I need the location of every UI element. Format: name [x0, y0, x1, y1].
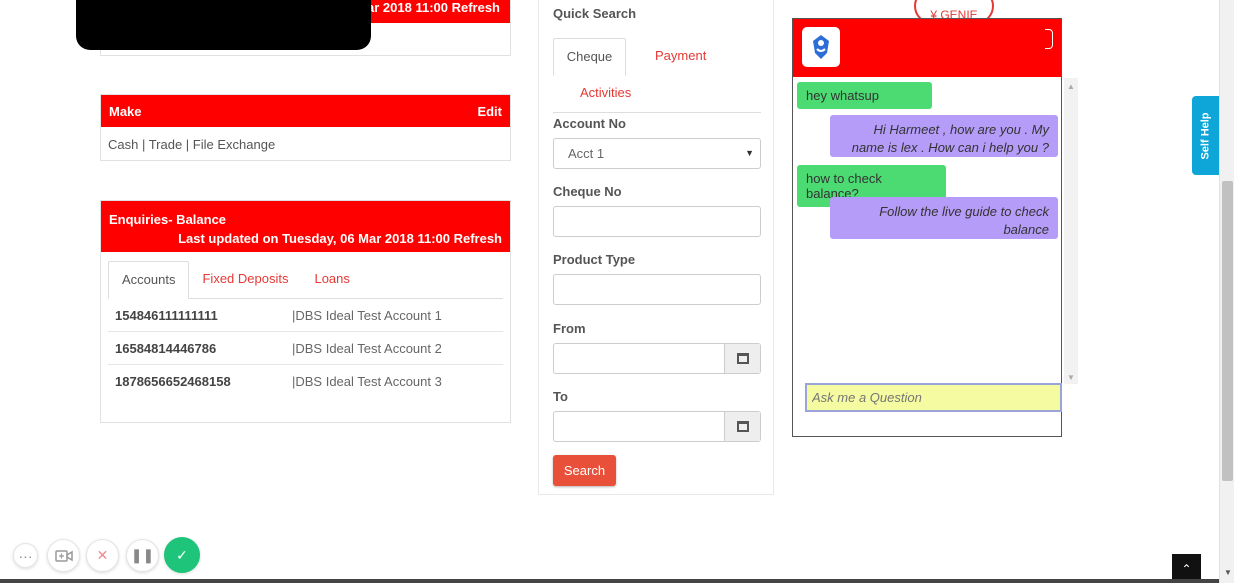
check-icon: ✓ — [176, 546, 188, 563]
account-number: 154846111111111 — [115, 307, 218, 323]
list-item[interactable]: 1878656652468158 |DBS Ideal Test Account… — [108, 365, 503, 398]
calendar-icon — [736, 353, 749, 364]
tab-activities[interactable]: Activities — [567, 75, 644, 113]
account-number: 1878656652468158 — [115, 374, 231, 389]
account-no-label: Account No — [553, 116, 626, 131]
camera-toggle-button[interactable] — [47, 539, 80, 572]
pause-recording-button[interactable]: ❚❚ — [126, 539, 159, 572]
pause-icon: ❚❚ — [130, 547, 155, 563]
product-type-input[interactable] — [553, 274, 761, 305]
quick-search-panel: Quick Search Cheque Payment Activities A… — [538, 0, 774, 495]
more-options-button[interactable]: ··· — [13, 543, 38, 568]
scroll-up-icon[interactable]: ▲ — [1067, 82, 1075, 91]
make-panel: Make Edit Cash | Trade | File Exchange — [100, 94, 511, 161]
chat-minimize-icon[interactable] — [1045, 29, 1053, 49]
enquiries-balance-panel: Enquiries- Balance Last updated on Tuesd… — [100, 200, 511, 423]
make-options[interactable]: Cash | Trade | File Exchange — [101, 127, 510, 162]
from-date-input[interactable] — [553, 343, 761, 374]
redaction-overlay — [76, 0, 371, 50]
tab-fixed-deposits[interactable]: Fixed Deposits — [189, 261, 301, 298]
enquiries-header: Enquiries- Balance Last updated on Tuesd… — [101, 201, 510, 252]
enquiries-tabs: Accounts Fixed Deposits Loans — [108, 261, 503, 299]
more-icon: ··· — [18, 547, 33, 564]
from-label: From — [553, 321, 586, 336]
list-item[interactable]: 16584814446786 |DBS Ideal Test Account 2 — [108, 332, 503, 365]
self-help-tab[interactable]: Self Help — [1192, 96, 1219, 175]
tab-accounts[interactable]: Accounts — [108, 261, 190, 299]
to-date-input[interactable] — [553, 411, 761, 442]
calendar-button[interactable] — [724, 344, 760, 373]
accounts-list: 154846111111111 |DBS Ideal Test Account … — [101, 299, 510, 398]
search-button[interactable]: Search — [553, 455, 616, 486]
video-camera-icon — [54, 549, 73, 562]
list-item[interactable]: 154846111111111 |DBS Ideal Test Account … — [108, 299, 503, 332]
account-select-value: Acct 1 — [568, 146, 605, 161]
finish-recording-button[interactable]: ✓ — [164, 537, 200, 573]
enquiries-title: Enquiries- Balance — [109, 212, 227, 227]
quick-search-title: Quick Search — [553, 6, 637, 21]
scroll-down-icon[interactable]: ▼ — [1067, 373, 1075, 382]
quick-search-tabs: Cheque Payment Activities — [553, 38, 761, 113]
chat-scrollbar[interactable]: ▲ ▼ — [1064, 78, 1078, 384]
enquiries-last-updated[interactable]: Last updated on Tuesday, 06 Mar 2018 11:… — [109, 229, 502, 248]
chevron-down-icon: ▼ — [745, 148, 754, 158]
account-number: 16584814446786 — [115, 340, 217, 356]
account-name: |DBS Ideal Test Account 1 — [292, 307, 442, 323]
tab-payment[interactable]: Payment — [642, 38, 719, 76]
close-icon: ✕ — [96, 547, 109, 563]
calendar-button[interactable] — [724, 412, 760, 441]
to-label: To — [553, 389, 568, 404]
self-help-label: Self Help — [1199, 111, 1212, 160]
calendar-icon — [736, 421, 749, 432]
bottom-border — [0, 579, 1219, 583]
chat-header — [793, 19, 1061, 77]
account-name: |DBS Ideal Test Account 2 — [292, 340, 442, 356]
tab-cheque[interactable]: Cheque — [553, 38, 626, 76]
account-select[interactable]: Acct 1 ▼ — [553, 138, 761, 169]
tab-loans[interactable]: Loans — [301, 261, 362, 298]
account-name: |DBS Ideal Test Account 3 — [292, 374, 442, 389]
scroll-down-icon[interactable]: ▼ — [1224, 568, 1232, 577]
make-header: Make Edit — [101, 95, 510, 127]
chat-message-bot: Follow the live guide to check balance — [830, 197, 1058, 239]
make-edit-link[interactable]: Edit — [477, 104, 502, 119]
cheque-no-label: Cheque No — [553, 184, 622, 199]
product-type-label: Product Type — [553, 252, 636, 267]
chat-message-user: hey whatsup — [797, 82, 932, 109]
cancel-recording-button[interactable]: ✕ — [86, 539, 119, 572]
chevron-up-icon: ⌃ — [1181, 561, 1192, 576]
cheque-no-input[interactable] — [553, 206, 761, 237]
make-title: Make — [109, 103, 142, 119]
page-scrollbar[interactable]: ▼ — [1219, 0, 1234, 583]
chat-question-input[interactable] — [805, 383, 1062, 412]
bot-avatar-icon — [802, 27, 840, 67]
chat-message-bot: Hi Harmeet , how are you . My name is le… — [830, 115, 1058, 157]
scrollbar-thumb[interactable] — [1222, 181, 1233, 481]
